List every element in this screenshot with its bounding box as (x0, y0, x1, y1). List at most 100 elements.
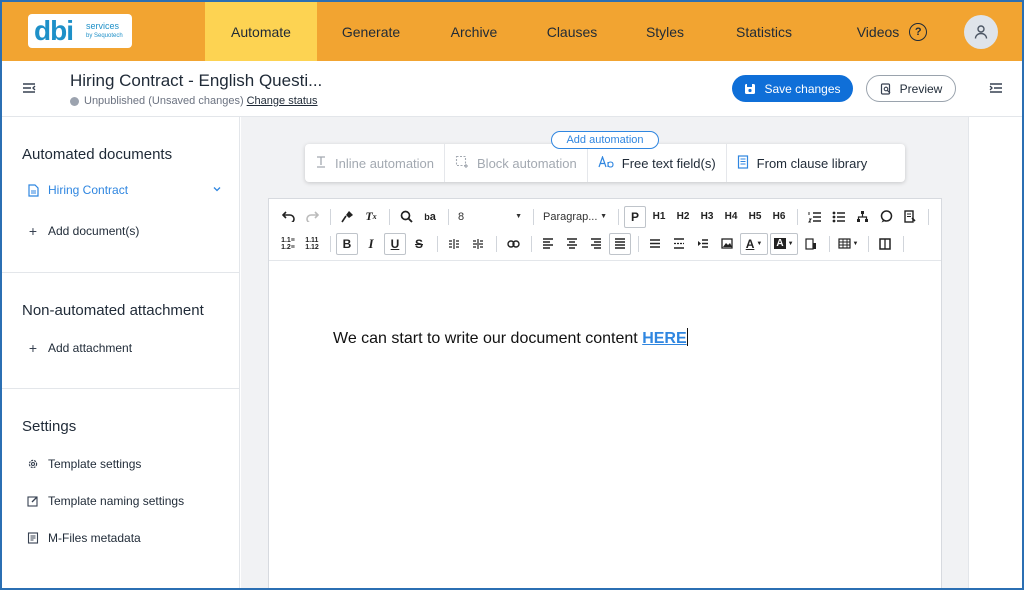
paragraph-select[interactable]: Paragrap... ▼ (539, 206, 611, 228)
template-naming-settings-label: Template naming settings (48, 494, 185, 508)
m-files-metadata-label: M-Files metadata (48, 531, 141, 545)
comment-icon[interactable] (875, 206, 897, 228)
heading-h1-button[interactable]: H1 (648, 206, 670, 228)
save-changes-label: Save changes (764, 81, 841, 96)
align-right-icon[interactable] (585, 233, 607, 255)
app-frame: dbi services by Sequotech Automate Gener… (0, 0, 1024, 590)
bullet-list-icon[interactable] (827, 206, 849, 228)
publish-status: Unpublished (Unsaved changes) Change sta… (70, 95, 318, 107)
undo-icon[interactable] (277, 206, 299, 228)
tab-styles[interactable]: Styles (628, 2, 702, 61)
tab-automate[interactable]: Automate (205, 2, 317, 61)
save-changes-button[interactable]: Save changes (732, 75, 853, 102)
heading-p-button[interactable]: P (624, 205, 646, 228)
numbered-list-icon[interactable] (803, 206, 825, 228)
clear-format-icon[interactable]: Tx (360, 206, 382, 228)
heading-h3-button[interactable]: H3 (696, 206, 718, 228)
m-files-metadata-item[interactable]: M-Files metadata (26, 531, 141, 545)
heading-h4-button[interactable]: H4 (720, 206, 742, 228)
toolbar-separator (618, 208, 619, 225)
outdent-icon[interactable] (443, 233, 465, 255)
highlight-color-icon[interactable]: A ▼ (770, 232, 798, 255)
link-icon[interactable] (502, 233, 524, 255)
italic-button[interactable]: I (360, 233, 382, 255)
template-settings-item[interactable]: Template settings (26, 457, 141, 471)
automation-toolbar: Inline automation Block automation Free … (305, 144, 905, 182)
inline-automation-label: Inline automation (335, 155, 435, 171)
add-automation-badge[interactable]: Add automation (551, 131, 659, 149)
image-icon[interactable] (716, 233, 738, 255)
unsaved-label: (Unsaved changes) (148, 95, 244, 107)
hierarchy-icon[interactable] (851, 206, 873, 228)
user-avatar[interactable] (964, 15, 998, 49)
dbi-logo[interactable]: dbi services by Sequotech (28, 14, 132, 48)
tab-videos[interactable]: Videos ? (842, 2, 942, 61)
text-color-icon[interactable]: A ▼ (740, 232, 768, 255)
page-break-icon[interactable] (668, 233, 690, 255)
strikethrough-button[interactable]: S (408, 233, 430, 255)
help-icon[interactable]: ? (909, 22, 928, 41)
redo-icon[interactable] (301, 206, 323, 228)
font-size-select[interactable]: 8 ▼ (454, 206, 526, 228)
toolbar-separator (797, 208, 798, 225)
toolbar-separator (928, 208, 929, 225)
free-text-field-button[interactable]: Free text field(s) (588, 144, 727, 182)
tab-generate[interactable]: Generate (324, 2, 418, 61)
add-document-button[interactable]: + Add document(s) (26, 223, 140, 239)
find-icon[interactable] (395, 206, 417, 228)
underline-button[interactable]: U (384, 232, 406, 255)
toolbar-separator (448, 208, 449, 225)
edit-icon (26, 494, 40, 508)
non-automated-attachment-heading: Non-automated attachment (22, 302, 204, 319)
fullscreen-icon[interactable] (874, 233, 896, 255)
block-automation-button[interactable]: Block automation (445, 144, 588, 182)
preview-button[interactable]: Preview (866, 75, 956, 102)
right-panel-toggle-button[interactable] (989, 81, 1003, 100)
align-left-icon[interactable] (537, 233, 559, 255)
plus-icon: + (28, 340, 38, 356)
horizontal-rule-icon[interactable] (644, 233, 666, 255)
align-center-icon[interactable] (561, 233, 583, 255)
template-naming-settings-item[interactable]: Template naming settings (26, 494, 184, 508)
tab-statistics[interactable]: Statistics (718, 2, 810, 61)
indent-icon[interactable] (467, 233, 489, 255)
align-justify-icon[interactable] (609, 232, 631, 255)
gear-icon (26, 457, 40, 471)
numbering-level-icon[interactable]: 1.11 1.12 (301, 233, 323, 255)
tab-clauses[interactable]: Clauses (532, 2, 612, 61)
chevron-down-icon[interactable] (212, 183, 222, 197)
toolbar-separator (330, 235, 331, 252)
replace-icon[interactable]: ba (419, 206, 441, 228)
from-clause-library-button[interactable]: From clause library (727, 144, 878, 182)
document-body[interactable]: We can start to write our document conte… (333, 328, 688, 348)
settings-heading: Settings (22, 418, 77, 435)
automation-placeholder[interactable]: HERE (642, 330, 686, 347)
free-text-field-label: Free text field(s) (621, 155, 716, 171)
heading-h5-button[interactable]: H5 (744, 206, 766, 228)
from-clause-library-label: From clause library (756, 155, 868, 171)
paragraph-value: Paragrap... (543, 210, 598, 223)
metadata-icon (26, 531, 40, 545)
save-icon (745, 83, 756, 94)
numbering-format-icon[interactable]: 1.1≡ 1.2≡ (277, 233, 299, 255)
special-character-icon[interactable] (800, 233, 822, 255)
caret-down-icon: ▼ (600, 213, 607, 220)
automated-documents-heading: Automated documents (22, 146, 173, 163)
change-status-link[interactable]: Change status (247, 95, 318, 107)
document-item-hiring-contract[interactable]: Hiring Contract (26, 183, 222, 197)
heading-h6-button[interactable]: H6 (768, 206, 790, 228)
toolbar-separator (330, 208, 331, 225)
add-attachment-button[interactable]: + Add attachment (26, 340, 132, 356)
toolbar-divider (269, 260, 941, 261)
sidebar-toggle-button[interactable] (22, 81, 36, 100)
tab-archive[interactable]: Archive (432, 2, 516, 61)
sidebar-divider (2, 388, 239, 389)
bold-button[interactable]: B (336, 232, 358, 255)
insert-block-icon[interactable] (692, 233, 714, 255)
inline-automation-button[interactable]: Inline automation (305, 144, 446, 182)
add-document-label: Add document(s) (48, 224, 140, 238)
heading-h2-button[interactable]: H2 (672, 206, 694, 228)
document-properties-icon[interactable] (899, 206, 921, 228)
format-painter-icon[interactable] (336, 206, 358, 228)
table-icon[interactable]: ▼ (835, 233, 861, 255)
